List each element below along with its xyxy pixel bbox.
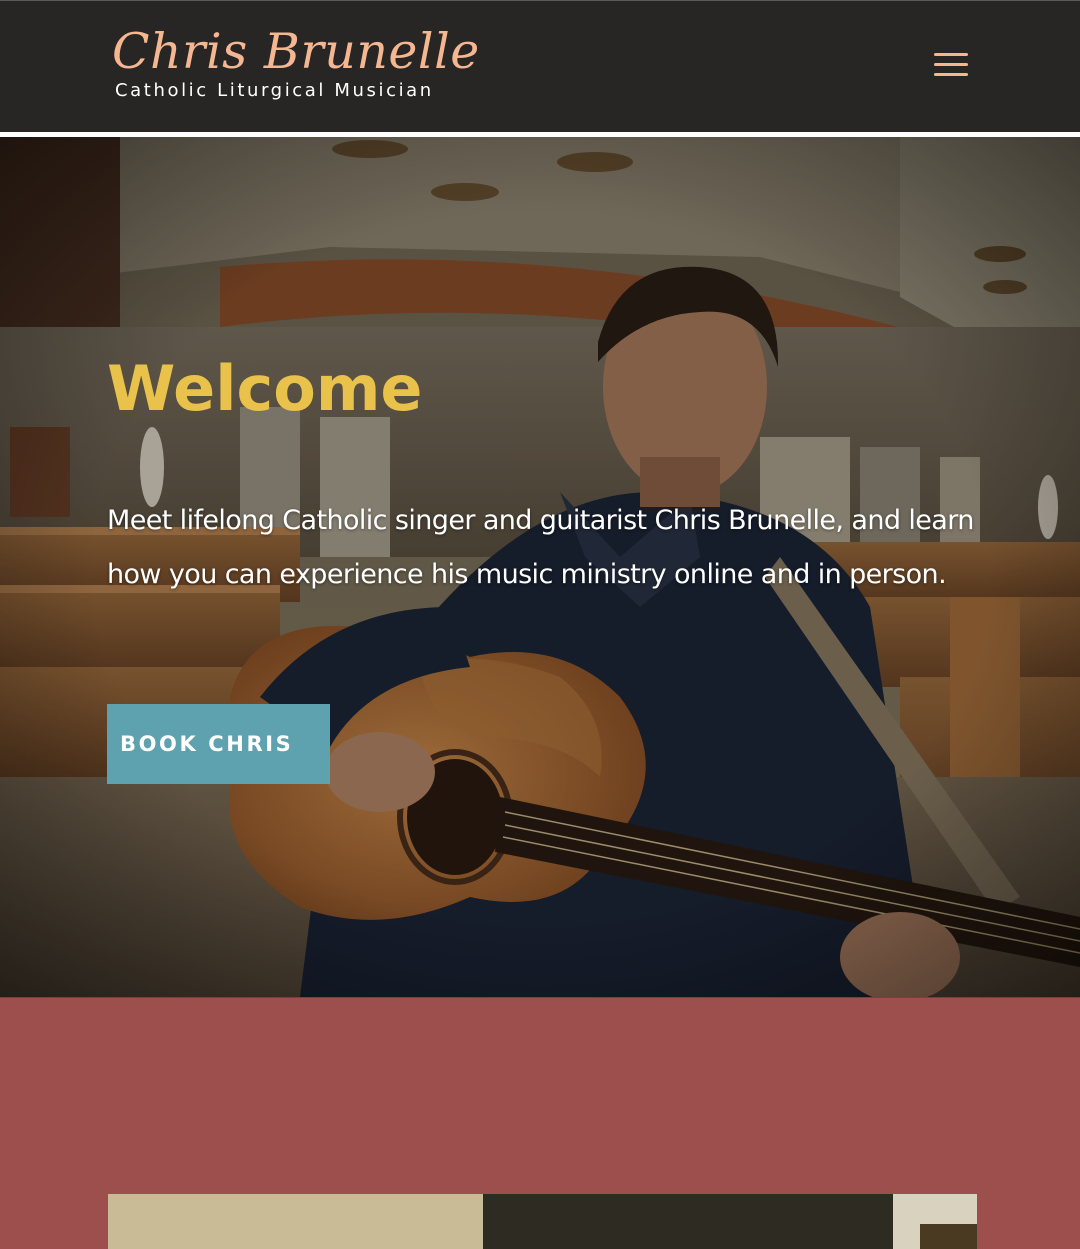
menu-bar-middle bbox=[934, 63, 968, 66]
logo-tagline: Catholic Liturgical Musician bbox=[115, 80, 434, 101]
menu-bar-bottom bbox=[934, 73, 968, 76]
book-chris-button[interactable]: BOOK CHRIS bbox=[107, 704, 330, 784]
hero-title: Welcome bbox=[107, 352, 423, 425]
site-header: Chris Brunelle Catholic Liturgical Music… bbox=[0, 0, 1080, 132]
hero-text: Meet lifelong Catholic singer and guitar… bbox=[107, 505, 974, 590]
hero-section: Welcome Meet lifelong Catholic singer an… bbox=[0, 137, 1080, 997]
hamburger-menu-icon[interactable] bbox=[928, 47, 974, 85]
about-section bbox=[0, 997, 1080, 1249]
logo-name: Chris Brunelle bbox=[112, 23, 480, 80]
site-logo[interactable]: Chris Brunelle Catholic Liturgical Music… bbox=[112, 23, 480, 107]
menu-bar-top bbox=[934, 53, 968, 56]
section-photo bbox=[108, 1194, 977, 1249]
